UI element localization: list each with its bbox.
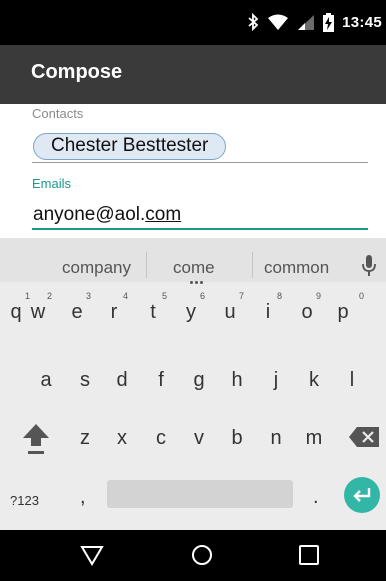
compose-form: Contacts Chester Besttester Emails anyon… (0, 104, 386, 238)
page-title: Compose (31, 61, 123, 83)
key-hint: 4 (122, 291, 128, 301)
key-hint: 6 (199, 291, 205, 301)
comma-key[interactable]: , (80, 486, 86, 509)
suggestion-divider (146, 252, 147, 278)
more-suggestions-dots (190, 281, 204, 285)
suggestion-item[interactable]: company (62, 258, 131, 278)
key-f[interactable]: f (144, 369, 178, 392)
contacts-label: Contacts (32, 106, 84, 121)
key-g[interactable]: g (182, 369, 216, 392)
home-icon[interactable] (190, 543, 214, 567)
suggestion-divider (252, 252, 253, 278)
key-w[interactable]: 2w (21, 291, 55, 324)
recents-icon[interactable] (297, 543, 321, 567)
key-label: i (265, 301, 271, 323)
key-label: w (30, 301, 46, 323)
cell-signal-icon (298, 14, 315, 30)
enter-icon (353, 488, 371, 502)
key-y[interactable]: 6y (174, 291, 208, 324)
key-hint: 8 (276, 291, 282, 301)
suggestion-item[interactable]: come (173, 258, 215, 278)
key-label: q (10, 301, 22, 323)
navigation-bar (0, 530, 386, 581)
wifi-icon (268, 14, 289, 30)
key-o[interactable]: 9o (290, 291, 324, 324)
key-v[interactable]: v (182, 427, 216, 450)
symbols-key[interactable]: ?123 (10, 493, 39, 508)
key-u[interactable]: 7u (213, 291, 247, 324)
suggestion-bar: company come common (0, 238, 386, 285)
key-label: t (150, 301, 156, 323)
microphone-icon[interactable] (362, 255, 376, 277)
suggestion-item[interactable]: common (264, 258, 329, 278)
key-k[interactable]: k (297, 369, 331, 392)
app-bar: Compose (0, 45, 386, 104)
backspace-icon[interactable] (349, 427, 379, 447)
key-m[interactable]: m (297, 427, 331, 450)
key-hint: 7 (238, 291, 244, 301)
key-label: r (110, 301, 118, 323)
contact-chip[interactable]: Chester Besttester (33, 133, 227, 160)
key-hint: 2 (46, 291, 52, 301)
battery-charging-icon (323, 12, 335, 32)
key-hint: 1 (24, 291, 30, 301)
spacebar[interactable] (107, 480, 293, 508)
back-icon[interactable] (80, 543, 104, 567)
key-c[interactable]: c (144, 427, 178, 450)
email-field-underline (32, 228, 368, 230)
status-time: 13:45 (342, 13, 382, 31)
key-r[interactable]: 4r (97, 291, 131, 324)
email-composing-text: com (145, 204, 182, 225)
key-t[interactable]: 5t (136, 291, 170, 324)
key-hint: 0 (358, 291, 364, 301)
period-key[interactable]: . (313, 486, 319, 509)
key-hint: 3 (85, 291, 91, 301)
key-label: p (337, 301, 349, 323)
key-label: y (186, 301, 196, 323)
status-bar: 13:45 (0, 0, 386, 45)
key-s[interactable]: s (68, 369, 102, 392)
key-label: u (224, 301, 236, 323)
contacts-field-underline (32, 162, 368, 163)
emails-label: Emails (32, 176, 72, 191)
bluetooth-icon (248, 13, 259, 31)
key-a[interactable]: a (29, 369, 63, 392)
email-input[interactable]: anyone@aol.com (33, 204, 363, 226)
key-label: o (301, 301, 313, 323)
key-h[interactable]: h (220, 369, 254, 392)
key-n[interactable]: n (259, 427, 293, 450)
soft-keyboard: company come common 1q 2w 3e 4r 5t 6y 7u… (0, 238, 386, 530)
email-text: anyone@aol. (33, 204, 146, 225)
key-hint: 5 (161, 291, 167, 301)
key-z[interactable]: z (68, 427, 102, 450)
key-d[interactable]: d (105, 369, 139, 392)
key-j[interactable]: j (259, 369, 293, 392)
key-i[interactable]: 8i (251, 291, 285, 324)
key-label: e (71, 301, 83, 323)
key-l[interactable]: l (335, 369, 369, 392)
key-hint: 9 (315, 291, 321, 301)
key-e[interactable]: 3e (60, 291, 94, 324)
shift-icon[interactable] (22, 423, 50, 455)
key-b[interactable]: b (220, 427, 254, 450)
key-x[interactable]: x (105, 427, 139, 450)
status-icons: 13:45 (247, 11, 382, 33)
enter-key[interactable] (344, 477, 380, 513)
key-p[interactable]: 0p (328, 291, 364, 324)
